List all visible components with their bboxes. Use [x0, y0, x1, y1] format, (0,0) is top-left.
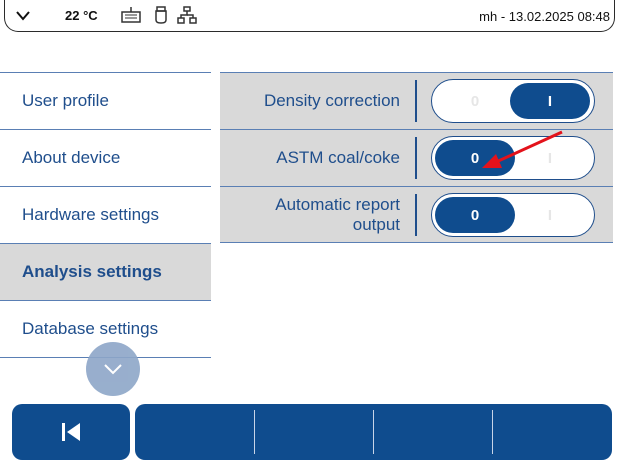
row-divider [415, 80, 417, 122]
toggle-off-label: 0 [470, 149, 480, 167]
setting-row-automatic-report-output: Automatic report output 0 I [220, 186, 613, 243]
function-button-3[interactable] [374, 404, 493, 460]
astm-coal-coke-toggle[interactable]: 0 I [431, 136, 595, 180]
toggle-off-label: 0 [470, 206, 480, 224]
usb-icon [155, 6, 167, 24]
row-divider [415, 137, 417, 179]
chevron-down-icon[interactable] [15, 10, 31, 22]
function-button-group [135, 404, 612, 460]
menu-item-label: User profile [22, 91, 109, 110]
menu-item-label: Database settings [22, 319, 159, 338]
menu-item-label: Analysis settings [22, 262, 162, 281]
toggle-on-label: I [547, 92, 553, 110]
menu-item-hardware-settings[interactable]: Hardware settings [0, 186, 211, 243]
status-bar: 22 °C mh - 13.02.2025 08:48 [4, 0, 615, 32]
setting-row-astm-coal-coke: ASTM coal/coke 0 I [220, 129, 613, 186]
function-button-4[interactable] [493, 404, 612, 460]
temperature-readout: 22 °C [65, 8, 98, 23]
chevron-down-icon [104, 364, 122, 375]
setting-label: Density correction [263, 91, 400, 110]
skip-back-icon [62, 423, 80, 441]
user-datetime: mh - 13.02.2025 08:48 [479, 9, 610, 24]
settings-menu: User profile About device Hardware setti… [0, 72, 211, 358]
menu-item-analysis-settings[interactable]: Analysis settings [0, 243, 211, 300]
menu-item-label: Hardware settings [22, 205, 160, 224]
network-icon [177, 6, 197, 24]
row-divider [415, 194, 417, 236]
density-correction-toggle[interactable]: 0 I [431, 79, 595, 123]
setting-label: Automatic report output [275, 194, 400, 234]
menu-item-about-device[interactable]: About device [0, 129, 211, 186]
function-button-1[interactable] [135, 404, 254, 460]
toggle-on-label: I [547, 206, 553, 224]
toggle-on-label: I [547, 149, 553, 167]
back-button[interactable] [12, 404, 130, 460]
toggle-off-label: 0 [470, 92, 480, 110]
automatic-report-output-toggle[interactable]: 0 I [431, 193, 595, 237]
keyboard-icon [121, 7, 141, 23]
scroll-down-button[interactable] [86, 342, 140, 396]
setting-row-density-correction: Density correction 0 I [220, 72, 613, 129]
function-button-2[interactable] [255, 404, 374, 460]
menu-item-label: About device [22, 148, 121, 167]
analysis-settings-panel: Density correction 0 I ASTM coal/coke 0 … [220, 72, 613, 243]
menu-item-user-profile[interactable]: User profile [0, 72, 211, 129]
bottom-toolbar [12, 404, 612, 460]
setting-label: ASTM coal/coke [276, 148, 400, 167]
